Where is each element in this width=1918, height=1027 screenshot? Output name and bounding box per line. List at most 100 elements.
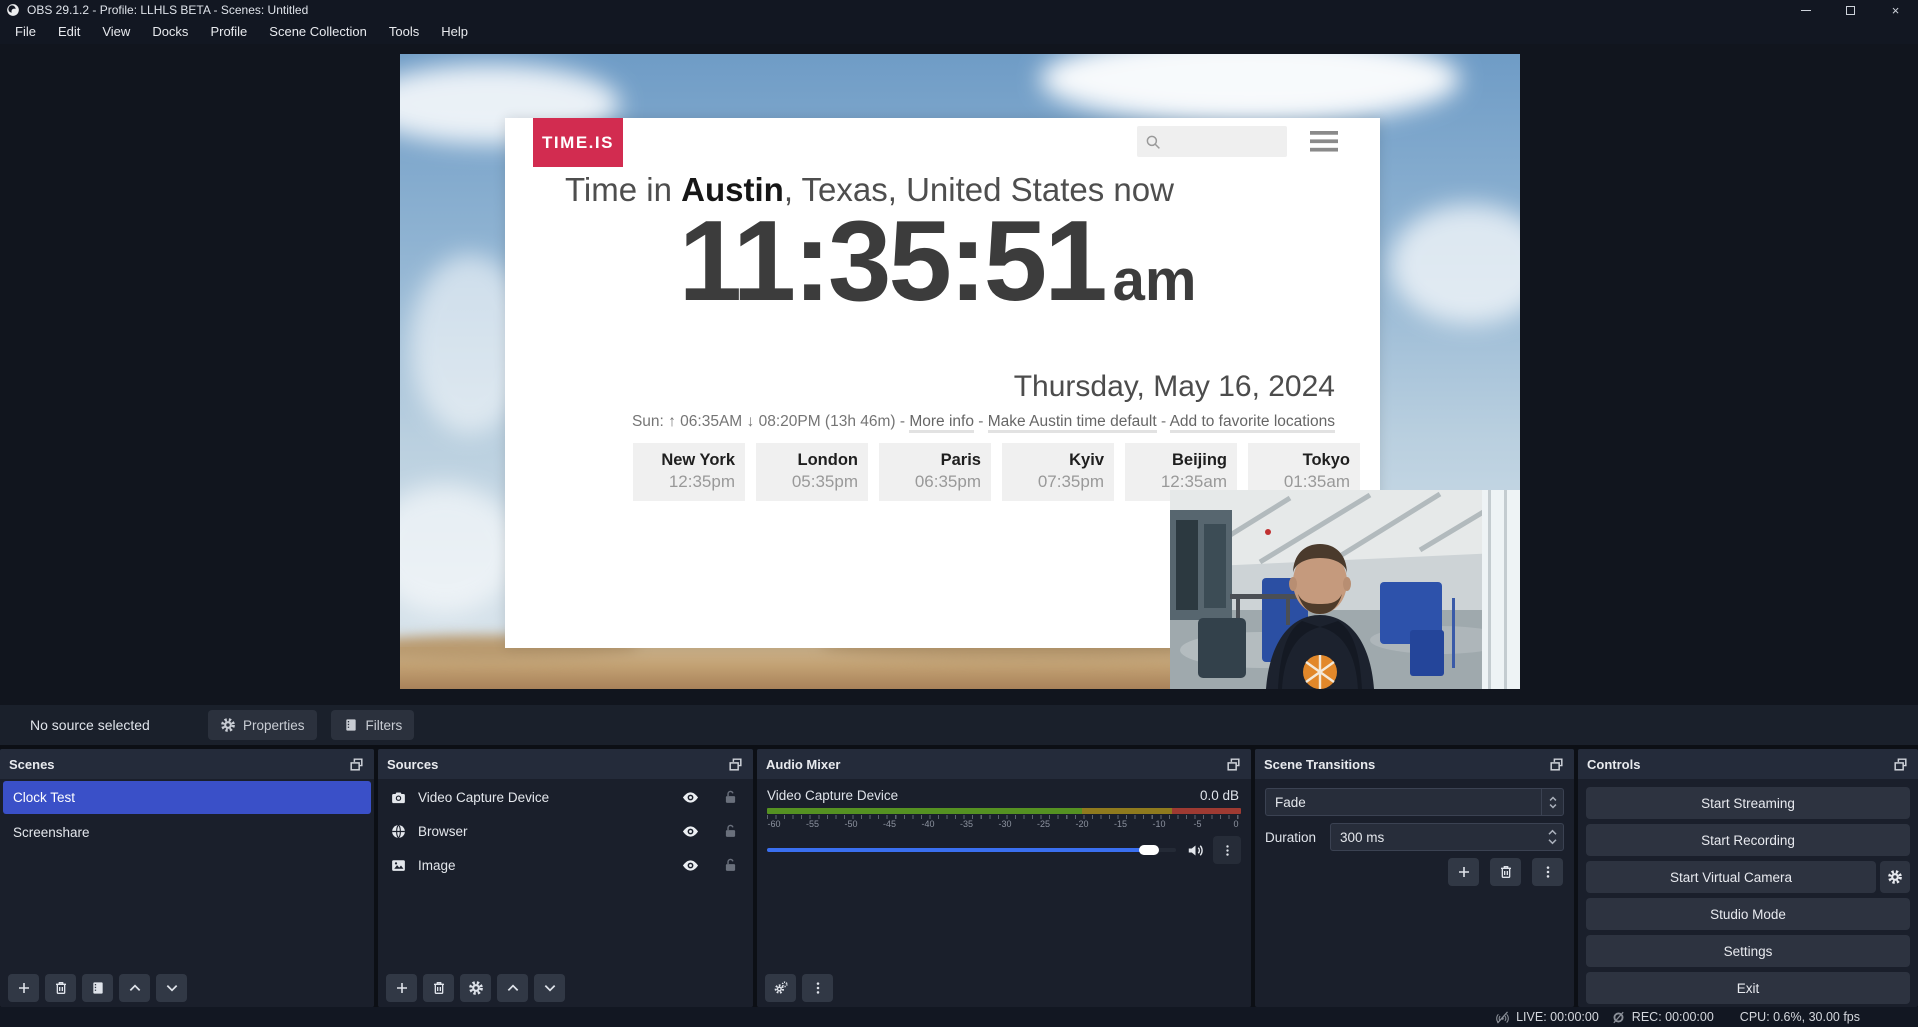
move-source-up-button[interactable] [497,974,528,1002]
spin-down-icon[interactable] [1547,838,1558,845]
start-virtual-camera-button[interactable]: Start Virtual Camera [1586,861,1876,893]
source-row-image[interactable]: Image [378,849,753,881]
menu-help[interactable]: Help [430,20,479,44]
move-scene-down-button[interactable] [156,974,187,1002]
menu-profile[interactable]: Profile [199,20,258,44]
rec-inactive-icon [1611,1010,1626,1025]
settings-button[interactable]: Settings [1586,935,1910,967]
source-row-browser[interactable]: Browser [378,815,753,847]
select-arrows-icon[interactable] [1541,789,1563,815]
hamburger-icon [1310,131,1338,152]
city-block-new-york[interactable]: New York12:35pm [633,443,745,501]
transition-select[interactable]: Fade [1265,788,1564,816]
maximize-button[interactable] [1828,0,1873,20]
sources-toolbar [378,969,753,1007]
popout-icon[interactable] [727,756,744,773]
source-properties-button[interactable] [460,974,491,1002]
mixer-channel-row: Video Capture Device 0.0 dB [757,779,1251,803]
program-video[interactable]: TIME.IS Time in Austin, Texas, United St… [400,54,1520,689]
lock-icon[interactable] [722,789,739,806]
title-bar: OBS 29.1.2 - Profile: LLHLS BETA - Scene… [0,0,1918,20]
current-date: Thursday, May 16, 2024 [1014,370,1335,404]
filters-icon [90,980,106,996]
menu-tools[interactable]: Tools [378,20,430,44]
search-input[interactable] [1137,126,1287,157]
volume-slider[interactable] [767,844,1176,856]
exit-button[interactable]: Exit [1586,972,1910,1004]
source-row-video-capture[interactable]: Video Capture Device [378,781,753,813]
scene-item-screenshare[interactable]: Screenshare [3,816,371,849]
add-transition-button[interactable] [1448,858,1479,886]
scene-filters-button[interactable] [82,974,113,1002]
remove-transition-button[interactable] [1490,858,1521,886]
webcam-video [1170,490,1520,689]
kebab-menu-icon [810,980,826,996]
popout-icon[interactable] [1548,756,1565,773]
mixer-channel-name: Video Capture Device [767,788,1200,803]
sources-header[interactable]: Sources [378,749,753,779]
meter-yellow-segment [1082,808,1172,814]
image-icon [390,857,407,874]
window-title: OBS 29.1.2 - Profile: LLHLS BETA - Scene… [27,3,308,17]
add-favorite-link[interactable]: Add to favorite locations [1170,413,1335,433]
mixer-menu-button[interactable] [802,974,833,1002]
menu-edit[interactable]: Edit [47,20,91,44]
sources-panel: Sources Video Capture Device Browser Ima… [378,749,753,1007]
make-default-link[interactable]: Make Austin time default [988,413,1157,433]
menu-view[interactable]: View [91,20,141,44]
popout-icon[interactable] [348,756,365,773]
scene-item-clock-test[interactable]: Clock Test [3,781,371,814]
properties-button[interactable]: Properties [208,710,317,740]
clock-display: 11:35:51am [505,196,1370,327]
city-block-paris[interactable]: Paris06:35pm [879,443,991,501]
double-gear-icon [773,980,789,996]
popout-icon[interactable] [1225,756,1242,773]
hamburger-menu-button[interactable] [1310,131,1338,151]
cloud [1040,54,1460,124]
city-block-london[interactable]: London05:35pm [756,443,868,501]
filters-icon [343,717,359,733]
lock-icon[interactable] [722,823,739,840]
add-scene-button[interactable] [8,974,39,1002]
minimize-icon [1801,10,1811,11]
add-source-button[interactable] [386,974,417,1002]
meter-red-segment [1172,808,1241,814]
kebab-menu-icon [1540,864,1556,880]
move-source-down-button[interactable] [534,974,565,1002]
audio-mixer-header[interactable]: Audio Mixer [757,749,1251,779]
menu-docks[interactable]: Docks [141,20,199,44]
volume-handle[interactable] [1139,845,1159,855]
virtual-camera-settings-button[interactable] [1880,861,1910,893]
city-block-kyiv[interactable]: Kyiv07:35pm [1002,443,1114,501]
spin-up-icon[interactable] [1547,829,1558,836]
mixer-options-button[interactable] [1213,836,1241,864]
advanced-audio-button[interactable] [765,974,796,1002]
studio-mode-button[interactable]: Studio Mode [1586,898,1910,930]
duration-spinbox[interactable]: 300 ms [1330,823,1564,851]
start-recording-button[interactable]: Start Recording [1586,824,1910,856]
move-scene-up-button[interactable] [119,974,150,1002]
transition-properties-button[interactable] [1532,858,1563,886]
scenes-header[interactable]: Scenes [0,749,374,779]
menu-scene-collection[interactable]: Scene Collection [258,20,378,44]
popout-icon[interactable] [1892,756,1909,773]
close-button[interactable]: × [1873,0,1918,20]
minimize-button[interactable] [1783,0,1828,20]
scene-transitions-header[interactable]: Scene Transitions [1255,749,1574,779]
visibility-eye-icon[interactable] [681,822,700,841]
timeis-logo[interactable]: TIME.IS [533,118,623,167]
remove-source-button[interactable] [423,974,454,1002]
maximize-icon [1846,6,1855,15]
rec-status: REC: 00:00:00 [1611,1010,1714,1025]
menu-file[interactable]: File [4,20,47,44]
speaker-icon[interactable] [1186,841,1205,860]
live-inactive-icon [1495,1010,1510,1025]
filters-button[interactable]: Filters [331,710,415,740]
more-info-link[interactable]: More info [909,413,974,433]
visibility-eye-icon[interactable] [681,856,700,875]
lock-icon[interactable] [722,857,739,874]
visibility-eye-icon[interactable] [681,788,700,807]
remove-scene-button[interactable] [45,974,76,1002]
start-streaming-button[interactable]: Start Streaming [1586,787,1910,819]
controls-header[interactable]: Controls [1578,749,1918,779]
